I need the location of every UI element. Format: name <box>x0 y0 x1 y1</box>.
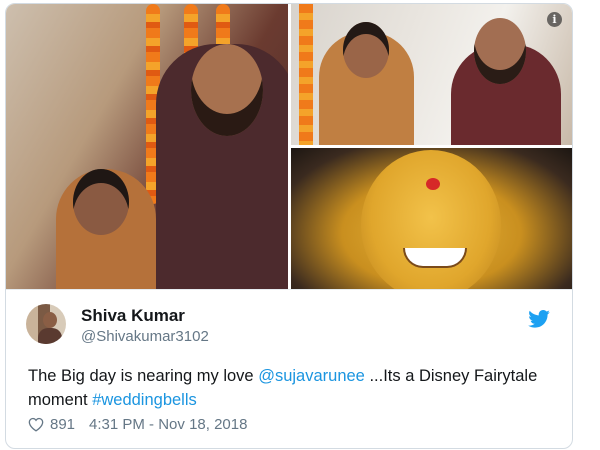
tweet-media-grid: i <box>6 4 572 289</box>
mention-link[interactable]: @sujavarunee <box>258 367 365 385</box>
tweet-text: The Big day is nearing my love @sujavaru… <box>28 364 548 412</box>
like-count[interactable]: 891 <box>50 416 75 433</box>
avatar[interactable] <box>26 304 66 344</box>
twitter-bird-icon[interactable] <box>528 310 550 328</box>
photo-couple-smiling[interactable]: i <box>291 4 572 145</box>
tweet-body: Shiva Kumar @Shivakumar3102 The Big day … <box>6 289 572 448</box>
photo-turmeric-face[interactable] <box>291 148 572 289</box>
tweet-meta: 891 4:31 PM - Nov 18, 2018 <box>28 416 247 433</box>
author-handle[interactable]: @Shivakumar3102 <box>81 328 209 345</box>
hashtag-link[interactable]: #weddingbells <box>92 391 197 409</box>
tweet-card[interactable]: i Shiva Kumar @Shivakumar3102 The Big da… <box>5 3 573 449</box>
info-icon[interactable]: i <box>547 12 562 27</box>
author-name[interactable]: Shiva Kumar <box>81 306 185 326</box>
tweet-text-part: The Big day is nearing my love <box>28 367 259 385</box>
tweet-timestamp[interactable]: 4:31 PM - Nov 18, 2018 <box>89 416 247 433</box>
photo-couple-haldi[interactable] <box>6 4 288 289</box>
heart-icon[interactable] <box>28 417 44 432</box>
